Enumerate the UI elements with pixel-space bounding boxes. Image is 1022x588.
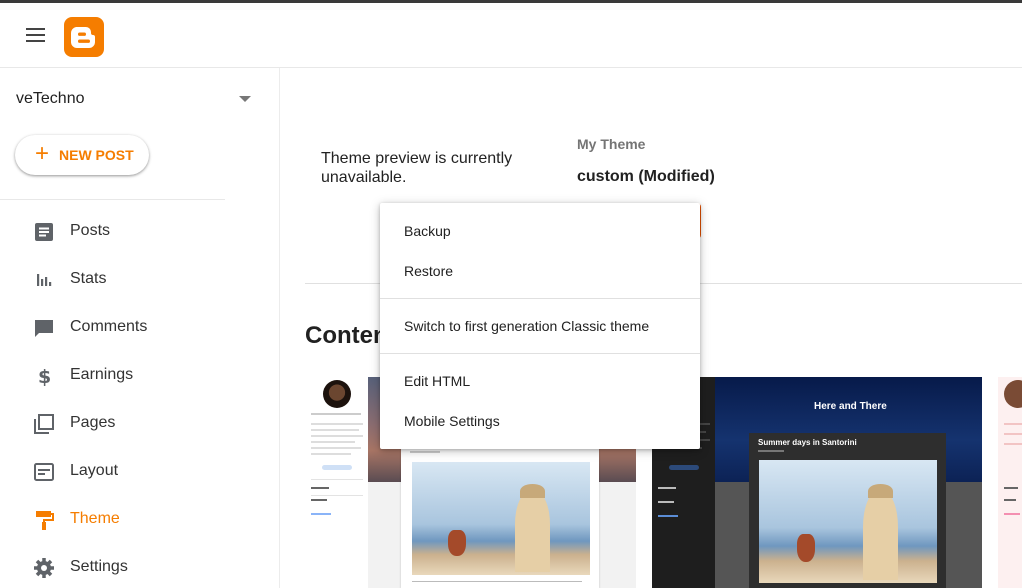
section-heading: Conten	[305, 322, 388, 349]
menu-divider	[380, 353, 700, 354]
pages-icon	[34, 414, 54, 434]
theme-options-menu: Backup Restore Switch to first generatio…	[380, 203, 700, 449]
menu-item-label: Restore	[404, 263, 454, 279]
blog-switcher-dropdown-icon[interactable]	[239, 96, 251, 102]
menu-item-restore[interactable]: Restore	[380, 251, 700, 291]
theme-card-pink[interactable]	[998, 377, 1022, 588]
sidebar-item-layout[interactable]: Layout	[0, 452, 280, 492]
theme-card-sidebar	[305, 377, 368, 588]
menu-divider	[380, 298, 700, 299]
theme-card-dark[interactable]: Here and There Summer days in Santorini	[652, 377, 982, 588]
theme-card-post: Summer days in Santorini	[749, 433, 946, 588]
post-photo	[759, 460, 937, 583]
sidebar-item-label: Posts	[70, 222, 111, 239]
sidebar-item-label: Theme	[70, 510, 120, 527]
menu-item-label: Mobile Settings	[404, 413, 500, 429]
new-post-button[interactable]: + NEW POST	[15, 135, 149, 175]
sidebar-item-label: Pages	[70, 414, 116, 431]
post-title: Summer days in Santorini	[758, 438, 857, 447]
sidebar-divider	[0, 199, 225, 200]
sidebar-item-label: Settings	[70, 558, 128, 575]
sidebar-item-pages[interactable]: Pages	[0, 404, 280, 444]
comments-icon	[35, 320, 53, 337]
sidebar-item-posts[interactable]: Posts	[0, 212, 280, 252]
svg-text:$: $	[38, 366, 51, 388]
sidebar-item-earnings[interactable]: $ Earnings	[0, 356, 280, 396]
sidebar-item-label: Layout	[70, 462, 119, 479]
sidebar-item-label: Comments	[70, 318, 148, 335]
theme-paint-roller-icon	[36, 511, 54, 530]
my-theme-label: My Theme	[577, 136, 646, 152]
profile-avatar	[1004, 380, 1022, 408]
profile-avatar	[323, 380, 351, 408]
posts-icon	[35, 223, 53, 241]
gear-icon	[34, 558, 54, 578]
menu-item-mobile-settings[interactable]: Mobile Settings	[380, 401, 700, 441]
sidebar-item-stats[interactable]: Stats	[0, 260, 280, 300]
menu-item-backup[interactable]: Backup	[380, 211, 700, 251]
menu-item-edit-html[interactable]: Edit HTML	[380, 361, 700, 401]
layout-icon	[34, 463, 54, 481]
menu-item-switch-classic-theme[interactable]: Switch to first generation Classic theme	[380, 306, 700, 346]
sidebar-item-label: Stats	[70, 270, 107, 287]
current-theme-name: custom (Modified)	[577, 168, 715, 185]
stats-icon	[37, 274, 52, 286]
sidebar-item-comments[interactable]: Comments	[0, 308, 280, 348]
blogger-logo-icon[interactable]	[64, 17, 104, 57]
dollar-icon: $	[38, 366, 51, 388]
menu-item-label: Backup	[404, 223, 451, 239]
hamburger-menu-icon[interactable]	[22, 23, 50, 47]
sidebar-item-label: Earnings	[70, 366, 134, 383]
blog-name[interactable]: veTechno	[16, 90, 85, 108]
plus-icon: +	[35, 140, 50, 167]
sidebar: veTechno + NEW POST Posts Stats Comments…	[0, 68, 280, 588]
app-header	[0, 3, 1022, 68]
new-post-label: NEW POST	[59, 147, 134, 163]
post-photo	[412, 462, 590, 575]
sidebar-item-settings[interactable]: Settings	[0, 548, 280, 588]
theme-preview-message: Theme preview is currently unavailable.	[321, 150, 513, 186]
hero-title: Here and There	[814, 401, 887, 412]
menu-item-label: Switch to first generation Classic theme	[404, 318, 650, 334]
menu-item-label: Edit HTML	[404, 373, 471, 389]
sidebar-item-theme[interactable]: Theme	[0, 500, 280, 540]
theme-card-post	[401, 447, 599, 588]
